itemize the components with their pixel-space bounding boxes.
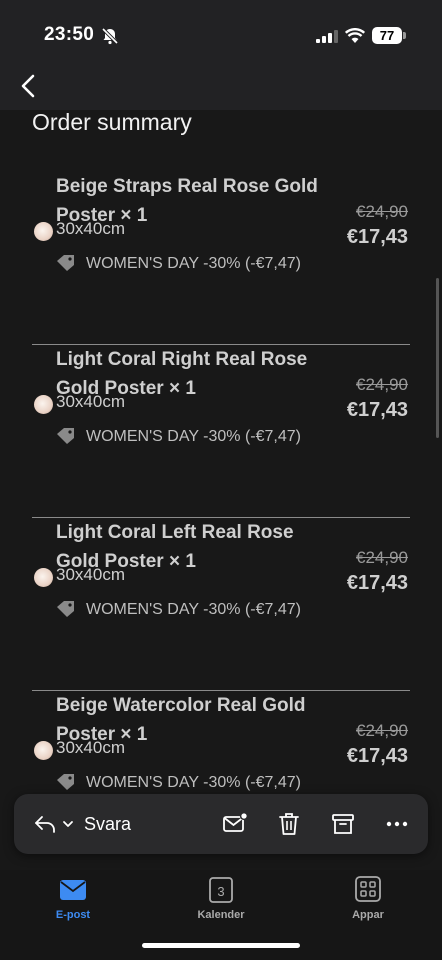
product-thumbnail	[34, 741, 53, 760]
order-item: Beige Straps Real Rose Gold Poster × 1 3…	[32, 172, 410, 345]
tag-icon	[57, 255, 74, 271]
reply-button[interactable]: Svara	[84, 814, 131, 835]
order-summary-heading: Order summary	[32, 109, 192, 135]
apps-grid-icon	[355, 876, 381, 902]
product-thumbnail	[34, 395, 53, 414]
home-indicator[interactable]	[142, 943, 300, 948]
nav-bar	[0, 64, 442, 110]
tab-label: Appar	[352, 909, 384, 921]
calendar-icon: 3	[209, 877, 233, 903]
tab-label: E-post	[55, 909, 91, 921]
item-variant: 30x40cm	[56, 392, 125, 411]
original-price: €24,90	[356, 375, 408, 394]
battery-icon: 77	[372, 27, 402, 44]
mail-icon	[60, 880, 86, 900]
reply-icon[interactable]	[34, 815, 56, 833]
order-item: Light Coral Left Real Rose Gold Poster ×…	[32, 518, 410, 691]
discounted-price: €17,43	[346, 399, 408, 421]
trash-icon[interactable]	[276, 811, 302, 837]
tag-icon	[57, 601, 74, 617]
archive-icon[interactable]	[330, 811, 356, 837]
tab-apps[interactable]: Appar	[323, 876, 413, 928]
cellular-signal-icon	[316, 30, 338, 43]
bell-muted-icon	[101, 27, 119, 45]
original-price: €24,90	[356, 721, 408, 740]
tag-icon	[57, 428, 74, 444]
tab-label: Kalender	[197, 909, 245, 921]
discounted-price: €17,43	[346, 745, 408, 767]
tab-calendar[interactable]: 3 Kalender	[176, 876, 266, 928]
discount-label: WOMEN'S DAY -30% (-€7,47)	[86, 601, 301, 618]
more-options-icon[interactable]	[384, 811, 410, 837]
discounted-price: €17,43	[346, 226, 408, 248]
item-variant: 30x40cm	[56, 565, 125, 584]
wifi-icon	[345, 28, 365, 43]
discount-label: WOMEN'S DAY -30% (-€7,47)	[86, 428, 301, 445]
battery-tip	[403, 32, 406, 39]
discount-label: WOMEN'S DAY -30% (-€7,47)	[86, 255, 301, 272]
item-variant: 30x40cm	[56, 738, 125, 757]
order-item: Light Coral Right Real Rose Gold Poster …	[32, 345, 410, 518]
tab-mail[interactable]: E-post	[28, 876, 118, 928]
item-variant: 30x40cm	[56, 219, 125, 238]
calendar-date: 3	[217, 884, 224, 899]
original-price: €24,90	[356, 548, 408, 567]
product-thumbnail	[34, 222, 53, 241]
chevron-down-icon[interactable]	[62, 820, 74, 829]
message-action-toolbar: Svara	[14, 794, 428, 854]
discounted-price: €17,43	[346, 572, 408, 594]
discount-label: WOMEN'S DAY -30% (-€7,47)	[86, 774, 301, 791]
back-chevron-icon[interactable]	[18, 73, 38, 99]
product-thumbnail	[34, 568, 53, 587]
scrollbar[interactable]	[436, 278, 439, 438]
status-time: 23:50	[44, 24, 95, 45]
mark-unread-icon[interactable]	[222, 811, 248, 837]
original-price: €24,90	[356, 202, 408, 221]
tag-icon	[57, 774, 74, 790]
